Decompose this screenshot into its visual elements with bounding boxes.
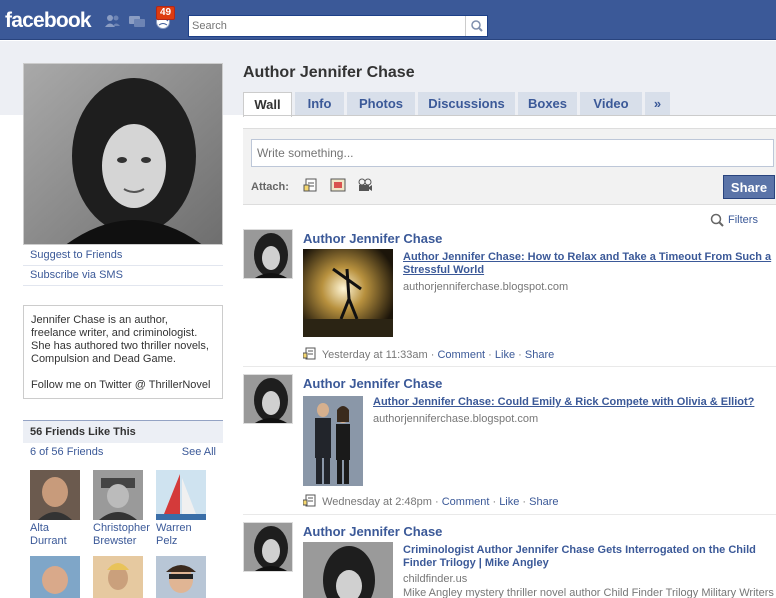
share-button[interactable]: Share — [723, 175, 775, 199]
story-link-title[interactable]: Criminologist Author Jennifer Chase Gets… — [403, 544, 773, 570]
story-divider — [243, 514, 776, 515]
story-link-domain: childfinder.us — [403, 573, 468, 585]
friend-photo[interactable] — [30, 470, 80, 520]
wall-story: Author Jennifer Chase Author Jennifer Ch… — [243, 374, 776, 510]
friends-box-title: 56 Friends Like This — [23, 420, 223, 443]
attach-video-icon[interactable] — [357, 177, 373, 193]
friend-photo[interactable] — [93, 556, 143, 598]
comment-link[interactable]: Comment — [442, 496, 490, 508]
friends-subheader: 6 of 56 Friends See All — [30, 446, 216, 458]
tab-info[interactable]: Info — [295, 92, 344, 116]
story-link-title[interactable]: Author Jennifer Chase: How to Relax and … — [403, 251, 773, 277]
tab-more[interactable]: » — [645, 92, 670, 116]
notification-count-badge[interactable]: 49 — [156, 6, 176, 20]
search-box — [188, 15, 488, 37]
search-icon[interactable] — [465, 16, 487, 36]
share-link[interactable]: Share — [529, 496, 558, 508]
share-link[interactable]: Share — [525, 349, 554, 361]
see-all-link[interactable]: See All — [182, 446, 216, 458]
friend-name[interactable]: Alta Durrant — [30, 522, 82, 548]
comment-link[interactable]: Comment — [437, 349, 485, 361]
notes-icon — [302, 494, 316, 507]
friend-item[interactable]: Warren Pelz — [156, 470, 208, 548]
story-thumbnail[interactable] — [303, 396, 363, 486]
story-thumbnail[interactable] — [303, 542, 393, 598]
facebook-logo[interactable]: facebook — [5, 9, 92, 33]
friend-item[interactable]: Alta Durrant — [30, 470, 82, 548]
story-actor-name[interactable]: Author Jennifer Chase — [303, 524, 442, 539]
tab-discussions[interactable]: Discussions — [418, 92, 515, 116]
messages-icon[interactable] — [128, 13, 146, 29]
friend-item[interactable] — [156, 556, 208, 598]
friend-item[interactable]: Christopher Brewster — [93, 470, 150, 548]
story-avatar[interactable] — [243, 522, 293, 572]
notes-icon — [302, 347, 316, 360]
divider — [23, 265, 223, 266]
story-actor-name[interactable]: Author Jennifer Chase — [303, 376, 442, 391]
friend-item[interactable] — [93, 556, 145, 598]
story-timestamp[interactable]: Yesterday at 11:33am — [322, 349, 428, 361]
bio-box: Jennifer Chase is an author, freelance w… — [23, 305, 223, 399]
tab-photos[interactable]: Photos — [347, 92, 415, 116]
tab-video[interactable]: Video — [580, 92, 642, 116]
story-meta: Wednesday at 2:48pm · Comment · Like · S… — [302, 494, 559, 508]
story-thumbnail[interactable] — [303, 249, 393, 337]
story-meta: Yesterday at 11:33am · Comment · Like · … — [302, 347, 554, 361]
story-avatar[interactable] — [243, 229, 293, 279]
story-divider — [243, 366, 776, 367]
friend-photo[interactable] — [156, 470, 206, 520]
subscribe-sms-link[interactable]: Subscribe via SMS — [30, 269, 123, 281]
story-link-description: Mike Angley mystery thriller novel autho… — [403, 587, 774, 598]
attach-link-icon[interactable] — [303, 177, 319, 193]
friend-photo[interactable] — [30, 556, 80, 598]
filter-magnifier-icon — [710, 213, 724, 227]
tab-wall[interactable]: Wall — [243, 92, 292, 117]
story-link-domain: authorjenniferchase.blogspot.com — [373, 413, 539, 425]
story-timestamp[interactable]: Wednesday at 2:48pm — [322, 496, 432, 508]
suggest-to-friends-link[interactable]: Suggest to Friends — [30, 249, 122, 261]
wall-story: Author Jennifer Chase Criminologist Auth… — [243, 522, 776, 598]
twitter-text: Follow me on Twitter @ ThrillerNovel — [31, 379, 211, 391]
friend-photo[interactable] — [156, 556, 206, 598]
attach-label: Attach: — [251, 181, 289, 193]
profile-picture[interactable] — [23, 63, 223, 245]
filters-label[interactable]: Filters — [728, 214, 758, 226]
search-input[interactable] — [189, 16, 459, 36]
divider — [23, 285, 223, 286]
tabs-underline — [243, 115, 776, 116]
friend-name[interactable]: Warren Pelz — [156, 522, 208, 548]
bio-text: Jennifer Chase is an author, freelance w… — [31, 314, 209, 365]
wall-story: Author Jennifer Chase Author Jennifer Ch… — [243, 229, 776, 364]
friends-count-link[interactable]: 6 of 56 Friends — [30, 446, 103, 458]
story-avatar[interactable] — [243, 374, 293, 424]
friend-item[interactable] — [30, 556, 82, 598]
filters-link[interactable]: Filters — [710, 213, 758, 227]
tab-boxes[interactable]: Boxes — [518, 92, 577, 116]
friend-name[interactable]: Christopher Brewster — [93, 522, 150, 548]
write-something-input[interactable] — [251, 139, 774, 167]
like-link[interactable]: Like — [495, 349, 515, 361]
friend-requests-icon[interactable] — [104, 13, 122, 29]
story-link-title[interactable]: Author Jennifer Chase: Could Emily & Ric… — [373, 396, 773, 409]
page-title: Author Jennifer Chase — [243, 64, 415, 81]
top-bar: facebook 49 — [0, 0, 776, 40]
friend-photo[interactable] — [93, 470, 143, 520]
story-actor-name[interactable]: Author Jennifer Chase — [303, 231, 442, 246]
story-link-domain: authorjenniferchase.blogspot.com — [403, 281, 569, 293]
like-link[interactable]: Like — [499, 496, 519, 508]
attach-photo-icon[interactable] — [330, 177, 346, 193]
wall-composer: Attach: Share — [243, 128, 776, 205]
